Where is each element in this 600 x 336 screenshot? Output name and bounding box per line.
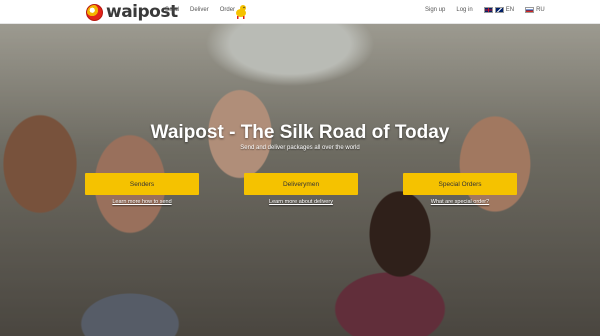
signup-link[interactable]: Sign up [425, 7, 445, 13]
language-ru[interactable]: RU [525, 7, 545, 13]
language-ru-label: RU [536, 7, 545, 13]
language-en-label: EN [505, 7, 515, 13]
camel-mascot-icon [236, 5, 246, 19]
hero-title: Waipost - The Silk Road of Today [150, 122, 450, 143]
top-navbar: waipost Send Deliver Order Sign up Log i… [0, 0, 600, 24]
learn-send-link[interactable]: Learn more how to send [85, 199, 199, 205]
nav-link-deliver[interactable]: Deliver [190, 7, 209, 13]
uk-flag-icon [483, 7, 493, 13]
hero-subtitle: Send and deliver packages all over the w… [240, 145, 360, 151]
deliverymen-button[interactable]: Deliverymen [244, 173, 358, 195]
learn-delivery-link[interactable]: Learn more about delivery [244, 199, 358, 205]
nav-link-order[interactable]: Order [220, 7, 235, 13]
waipost-logo[interactable]: waipost [86, 2, 178, 22]
main-nav: Send Deliver Order [165, 7, 235, 13]
flag-icon [494, 7, 504, 13]
russia-flag-icon [525, 7, 535, 13]
hero-section: Waipost - The Silk Road of Today Send an… [0, 24, 600, 336]
senders-button[interactable]: Senders [85, 173, 199, 195]
nav-right: Sign up Log in EN RU [425, 7, 545, 13]
language-en[interactable]: EN [483, 7, 515, 13]
logo-mark-icon [86, 3, 103, 21]
login-link[interactable]: Log in [456, 7, 472, 13]
special-orders-button[interactable]: Special Orders [403, 173, 517, 195]
nav-link-send[interactable]: Send [165, 7, 179, 13]
special-order-link[interactable]: What are special order? [403, 199, 517, 205]
